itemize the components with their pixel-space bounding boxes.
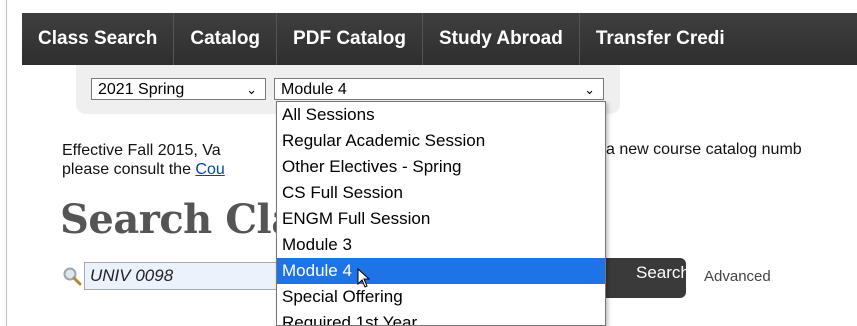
chevron-down-icon: ⌄	[584, 82, 595, 97]
search-icon	[63, 267, 82, 286]
session-select[interactable]: Module 4 ⌄	[274, 78, 604, 100]
chevron-down-icon: ⌄	[246, 82, 257, 97]
nav-pdf-catalog[interactable]: PDF Catalog	[277, 13, 423, 65]
mouse-cursor-icon	[357, 268, 371, 288]
catalog-link[interactable]: Cou	[195, 161, 224, 178]
notice-line2-text: please consult the	[62, 161, 196, 178]
page-title: Search Cla	[60, 196, 297, 243]
nav-catalog[interactable]: Catalog	[174, 13, 278, 65]
dropdown-option[interactable]: Required 1st Year	[277, 310, 605, 325]
search-button[interactable]: Search	[600, 258, 690, 298]
dropdown-option[interactable]: CS Full Session	[277, 180, 605, 206]
dropdown-option[interactable]: Module 3	[277, 232, 605, 258]
session-dropdown-list: All Sessions Regular Academic Session Ot…	[276, 101, 606, 326]
dropdown-option-selected[interactable]: Module 4	[277, 258, 605, 284]
dropdown-option[interactable]: Special Offering	[277, 284, 605, 310]
dropdown-option[interactable]: ENGM Full Session	[277, 206, 605, 232]
nav-transfer-credit[interactable]: Transfer Credi	[580, 13, 741, 65]
term-select-value: 2021 Spring	[98, 81, 185, 98]
nav-study-abroad[interactable]: Study Abroad	[423, 13, 580, 65]
dropdown-option[interactable]: Other Electives - Spring	[277, 154, 605, 180]
session-select-value: Module 4	[281, 81, 347, 98]
top-nav: Class Search Catalog PDF Catalog Study A…	[22, 13, 857, 65]
notice-line-2: please consult the Cou	[62, 161, 225, 179]
nav-class-search[interactable]: Class Search	[22, 13, 175, 65]
advanced-search-link[interactable]: Advanced	[704, 268, 771, 285]
term-select[interactable]: 2021 Spring ⌄	[91, 78, 266, 100]
notice-text-start: Effective Fall 2015, Va	[62, 142, 221, 159]
dropdown-option[interactable]: Regular Academic Session	[277, 128, 605, 154]
notice-text-end: a new course catalog numb	[606, 141, 802, 158]
dropdown-option[interactable]: All Sessions	[277, 102, 605, 128]
